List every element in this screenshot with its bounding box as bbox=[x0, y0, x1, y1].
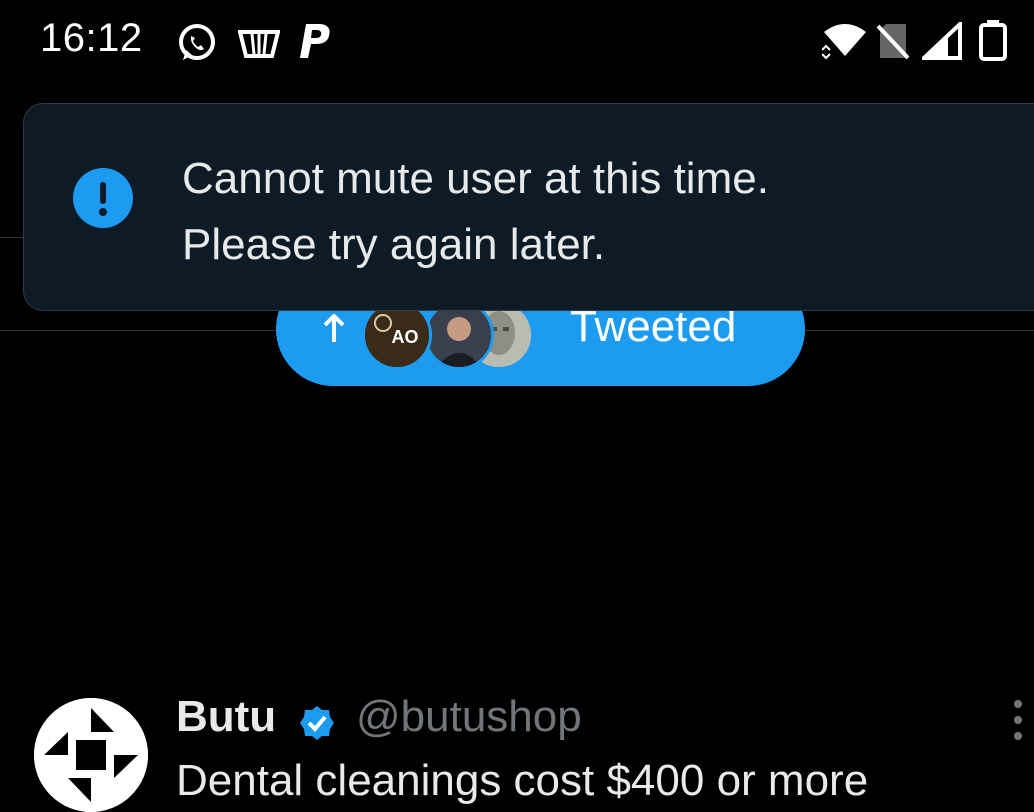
error-toast: Cannot mute user at this time. Please tr… bbox=[23, 103, 1034, 311]
alert-icon bbox=[73, 168, 133, 228]
author-avatar[interactable] bbox=[34, 698, 148, 812]
toast-line-1: Cannot mute user at this time. bbox=[182, 154, 769, 203]
paypal-icon bbox=[298, 22, 334, 65]
toast-line-2: Please try again later. bbox=[182, 220, 606, 269]
more-options-icon[interactable] bbox=[1014, 700, 1028, 748]
arrow-up-icon bbox=[322, 313, 346, 349]
pill-avatar-text: AO bbox=[392, 327, 419, 347]
verified-badge-icon bbox=[298, 704, 336, 747]
no-sim-icon bbox=[876, 22, 910, 65]
signal-icon bbox=[918, 19, 962, 65]
battery-icon bbox=[978, 18, 1008, 67]
toast-message: Cannot mute user at this time. Please tr… bbox=[182, 146, 769, 278]
wifi-icon bbox=[821, 22, 868, 65]
author-name[interactable]: Butu bbox=[176, 692, 276, 742]
basket-icon bbox=[237, 26, 281, 65]
tweet-text: Dental cleanings cost $400 or more bbox=[176, 756, 869, 805]
whatsapp-icon bbox=[176, 22, 218, 69]
author-handle[interactable]: @butushop bbox=[356, 692, 582, 742]
status-time: 16:12 bbox=[40, 16, 143, 60]
status-bar: 16:12 bbox=[0, 0, 1034, 80]
